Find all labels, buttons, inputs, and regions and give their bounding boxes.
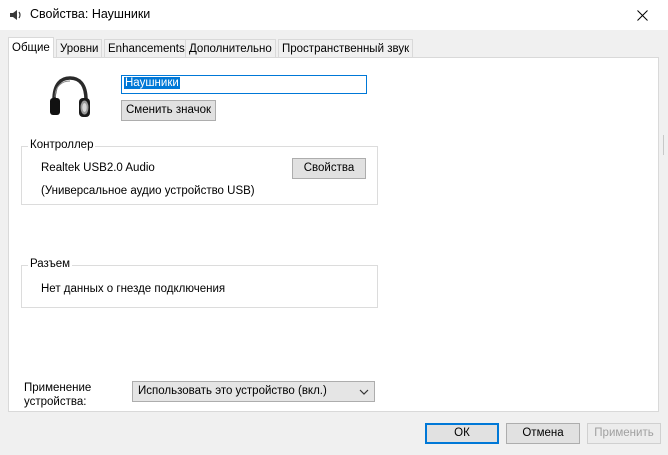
device-usage-label: Применение устройства: [24,381,124,409]
ok-button[interactable]: ОК [425,423,499,444]
tab-spatial-sound[interactable]: Пространственный звук [278,39,414,57]
window-title: Свойства: Наушники [30,7,151,21]
device-usage-select[interactable]: Использовать это устройство (вкл.) [132,381,375,402]
device-usage-label-line2: устройства: [24,396,87,408]
controller-properties-button[interactable]: Свойства [292,158,366,179]
controller-name: Realtek USB2.0 Audio [41,162,155,174]
tab-enhancements[interactable]: Enhancements [104,39,189,57]
controller-legend: Контроллер [28,139,96,151]
device-name-field[interactable]: Наушники [121,75,367,94]
window-edge-divider [663,135,668,155]
device-usage-value: Использовать это устройство (вкл.) [138,385,327,397]
chevron-down-icon [359,389,369,395]
change-icon-button[interactable]: Сменить значок [121,100,216,121]
close-icon [636,9,648,21]
controller-description: (Универсальное аудио устройство USB) [41,185,255,197]
device-name-value: Наушники [124,77,180,89]
tab-general[interactable]: Общие [8,37,54,58]
tab-panel [8,57,659,412]
cancel-button[interactable]: Отмена [506,423,580,444]
device-usage-label-line1: Применение [24,382,92,394]
apply-button[interactable]: Применить [587,423,661,444]
close-button[interactable] [630,3,654,27]
tab-levels[interactable]: Уровни [56,39,103,57]
jack-info: Нет данных о гнезде подключения [41,283,226,295]
tab-advanced[interactable]: Дополнительно [185,39,276,57]
speaker-icon [7,7,23,23]
jack-legend: Разъем [28,258,73,270]
headphones-icon [45,72,95,120]
